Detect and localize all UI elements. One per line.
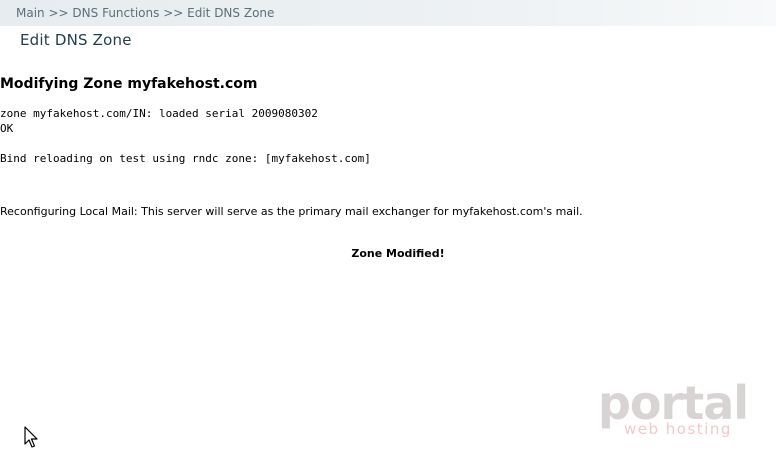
logo-tagline: web hosting xyxy=(624,420,732,438)
section-title: Modifying Zone myfakehost.com xyxy=(0,76,258,92)
breadcrumb: Main >> DNS Functions >> Edit DNS Zone xyxy=(16,6,274,20)
output-line-bind-reload: Bind reloading on test using rndc zone: … xyxy=(0,152,371,165)
breadcrumb-bar: Main >> DNS Functions >> Edit DNS Zone xyxy=(0,0,776,26)
breadcrumb-item-edit-dns-zone: Edit DNS Zone xyxy=(187,6,275,20)
page-title: Edit DNS Zone xyxy=(20,31,132,49)
breadcrumb-item-dns-functions[interactable]: DNS Functions xyxy=(72,6,159,20)
page: Main >> DNS Functions >> Edit DNS Zone E… xyxy=(0,0,776,450)
breadcrumb-item-main[interactable]: Main xyxy=(16,6,45,20)
zone-modified-status: Zone Modified! xyxy=(351,247,445,260)
mail-config-message: Reconfiguring Local Mail: This server wi… xyxy=(0,205,583,218)
output-line-zone-loaded: zone myfakehost.com/IN: loaded serial 20… xyxy=(0,107,318,120)
portal-logo: portal web hosting xyxy=(598,378,749,442)
breadcrumb-separator: >> xyxy=(163,6,184,20)
breadcrumb-separator: >> xyxy=(48,6,69,20)
mouse-cursor-icon xyxy=(24,426,38,448)
output-line-ok: OK xyxy=(0,122,14,135)
